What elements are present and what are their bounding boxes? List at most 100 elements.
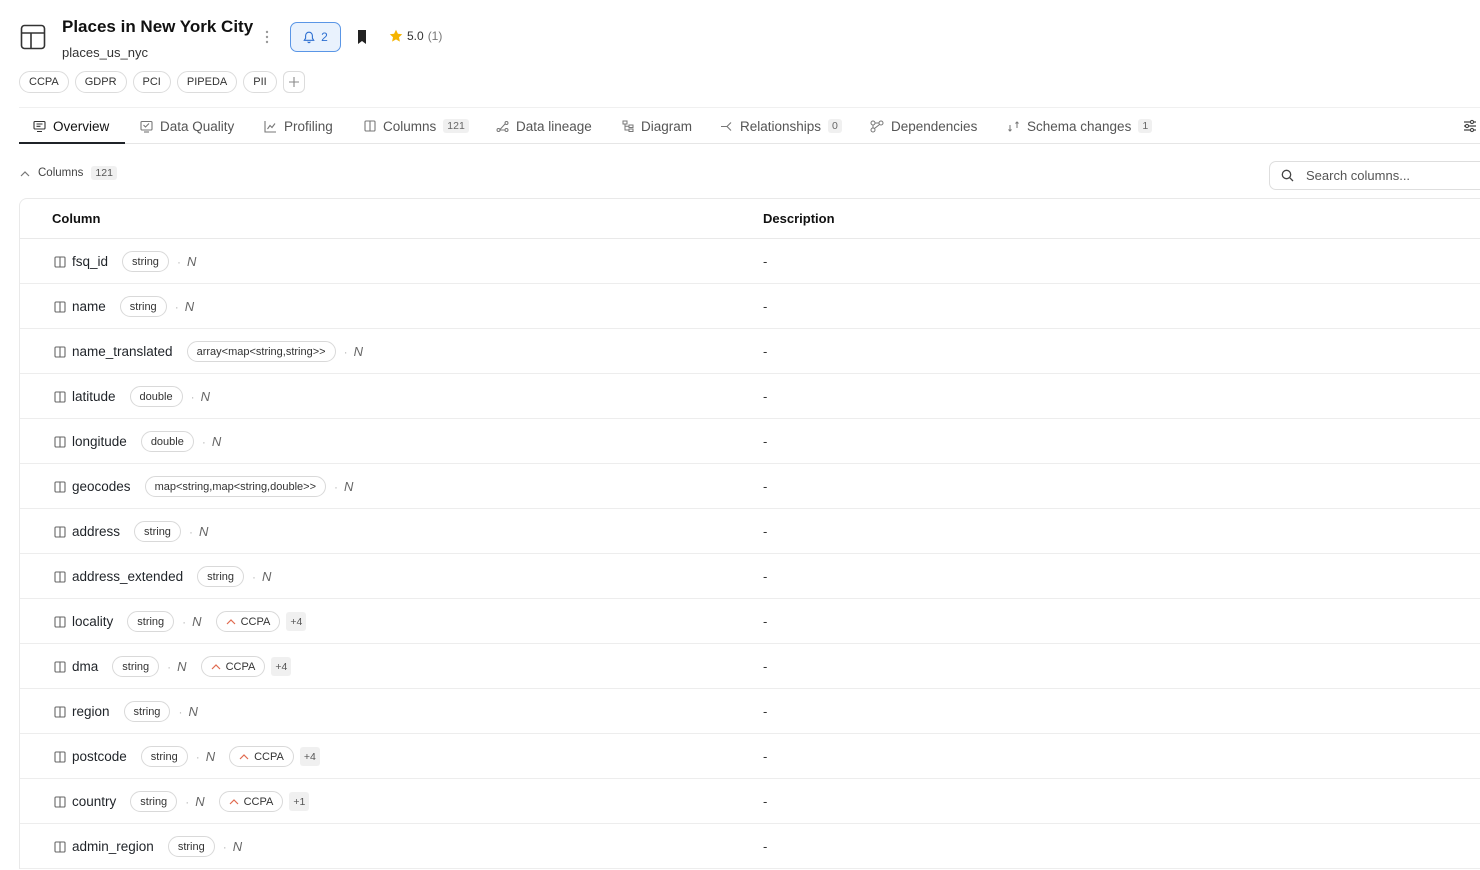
table-body: fsq_id string · N - name string · N - name_transla…: [20, 239, 1480, 869]
table-row[interactable]: country string · N CCPA +1 -: [20, 779, 1480, 824]
table-row[interactable]: name_translated array<map<string,string>>…: [20, 329, 1480, 374]
table-row[interactable]: geocodes map<string,map<string,double>> · N…: [20, 464, 1480, 509]
column-tag-label: CCPA: [254, 750, 284, 763]
table-row[interactable]: admin_region string · N -: [20, 824, 1480, 869]
tab-columns[interactable]: Columns 121: [364, 108, 469, 144]
column-icon: [54, 840, 66, 853]
table-row[interactable]: region string · N -: [20, 689, 1480, 734]
tag-gdpr[interactable]: GDPR: [74, 71, 127, 93]
column-tag-label: CCPA: [225, 660, 256, 673]
page-title: Places in New York City: [62, 17, 254, 36]
bookmark-icon[interactable]: [354, 28, 370, 46]
description-cell: -: [763, 254, 768, 269]
tag-pii[interactable]: PII: [243, 71, 277, 93]
column-name[interactable]: latitude: [72, 389, 116, 404]
tab-profiling[interactable]: Profiling: [264, 108, 333, 144]
separator-dot: ·: [334, 479, 338, 494]
nullable-marker: N: [205, 749, 216, 764]
data-type-badge: string: [119, 296, 167, 317]
column-search[interactable]: [1269, 161, 1480, 190]
tab-schema-changes[interactable]: Schema changes 1: [1007, 108, 1153, 144]
description-cell: -: [763, 704, 768, 719]
tab-badge: 121: [443, 119, 469, 133]
column-name[interactable]: admin_region: [72, 839, 154, 854]
nullable-marker: N: [262, 569, 272, 584]
separator-dot: ·: [185, 794, 190, 809]
column-icon: [54, 390, 66, 403]
column-name[interactable]: fsq_id: [72, 254, 108, 269]
star-icon: [389, 29, 403, 42]
tag-ccpa[interactable]: CCPA: [19, 71, 69, 93]
column-name[interactable]: dma: [72, 659, 98, 674]
nullable-marker: N: [177, 659, 187, 674]
description-cell: -: [763, 659, 768, 674]
more-options-icon[interactable]: [262, 28, 272, 46]
description-cell: -: [763, 344, 768, 359]
table-row[interactable]: address string · N -: [20, 509, 1480, 554]
column-icon: [54, 300, 66, 313]
table-row[interactable]: latitude double · N -: [20, 374, 1480, 419]
separator-dot: ·: [182, 614, 187, 629]
notifications-button[interactable]: 2: [290, 22, 341, 52]
columns-section-toggle[interactable]: Columns 121: [20, 166, 117, 180]
column-name[interactable]: address_extended: [72, 569, 183, 584]
column-cell: fsq_id string · N: [54, 239, 204, 284]
tab-data-lineage[interactable]: Data lineage: [496, 108, 592, 144]
data-type-badge: string: [140, 746, 188, 767]
nullable-marker: N: [344, 479, 354, 494]
more-tags-badge[interactable]: +1: [289, 792, 310, 811]
more-tags-badge[interactable]: +4: [271, 657, 292, 676]
column-name[interactable]: name_translated: [72, 344, 173, 359]
column-name[interactable]: address: [72, 524, 120, 539]
column-name[interactable]: geocodes: [72, 479, 131, 494]
add-tag-button[interactable]: [282, 71, 305, 93]
column-name[interactable]: longitude: [72, 434, 127, 449]
sliders-icon[interactable]: [1462, 118, 1478, 134]
tab-data-quality[interactable]: Data Quality: [140, 108, 234, 144]
column-icon: [54, 615, 66, 628]
separator-dot: ·: [252, 569, 256, 584]
column-name[interactable]: region: [72, 704, 110, 719]
search-input[interactable]: [1306, 168, 1466, 183]
more-tags-badge[interactable]: +4: [299, 747, 320, 766]
separator-dot: ·: [178, 704, 183, 719]
column-header: Column: [52, 211, 101, 226]
separator-dot: ·: [195, 749, 200, 764]
description-cell: -: [763, 794, 768, 809]
table-row[interactable]: locality string · N CCPA +4 -: [20, 599, 1480, 644]
table-row[interactable]: postcode string · N CCPA +4 -: [20, 734, 1480, 779]
column-tag[interactable]: CCPA: [215, 611, 281, 632]
table-row[interactable]: name string · N -: [20, 284, 1480, 329]
table-row[interactable]: dma string · N CCPA +4 -: [20, 644, 1480, 689]
column-tag[interactable]: CCPA: [200, 656, 266, 677]
tab-dependencies[interactable]: Dependencies: [870, 108, 977, 144]
nullable-marker: N: [200, 389, 210, 404]
nullable-marker: N: [211, 434, 222, 449]
column-tag[interactable]: CCPA: [218, 791, 284, 812]
table-icon: [20, 24, 46, 50]
tab-relationships[interactable]: Relationships 0: [720, 108, 842, 144]
column-tag[interactable]: CCPA: [229, 746, 294, 767]
rating[interactable]: 5.0 (1): [389, 29, 442, 43]
tag-pci[interactable]: PCI: [132, 71, 171, 93]
separator-dot: ·: [167, 659, 172, 674]
tab-overview[interactable]: Overview: [33, 108, 109, 144]
tab-label: Profiling: [284, 118, 333, 134]
column-icon: [54, 345, 66, 358]
table-row[interactable]: address_extended string · N -: [20, 554, 1480, 599]
table-row[interactable]: longitude double · N -: [20, 419, 1480, 464]
tab-label: Columns: [383, 118, 437, 134]
table-row[interactable]: fsq_id string · N -: [20, 239, 1480, 284]
column-cell: geocodes map<string,map<string,double>> · N: [54, 464, 361, 509]
column-name[interactable]: postcode: [72, 749, 127, 764]
more-tags-badge[interactable]: +4: [286, 612, 307, 631]
tab-diagram[interactable]: Diagram: [622, 108, 692, 144]
overview-icon: [33, 120, 46, 132]
tag-pipeda[interactable]: PIPEDA: [176, 71, 238, 93]
column-name[interactable]: country: [72, 794, 116, 809]
separator-dot: ·: [176, 254, 181, 269]
column-name[interactable]: name: [72, 299, 106, 314]
column-name[interactable]: locality: [72, 614, 113, 629]
column-icon: [54, 750, 66, 763]
column-icon: [54, 795, 66, 808]
